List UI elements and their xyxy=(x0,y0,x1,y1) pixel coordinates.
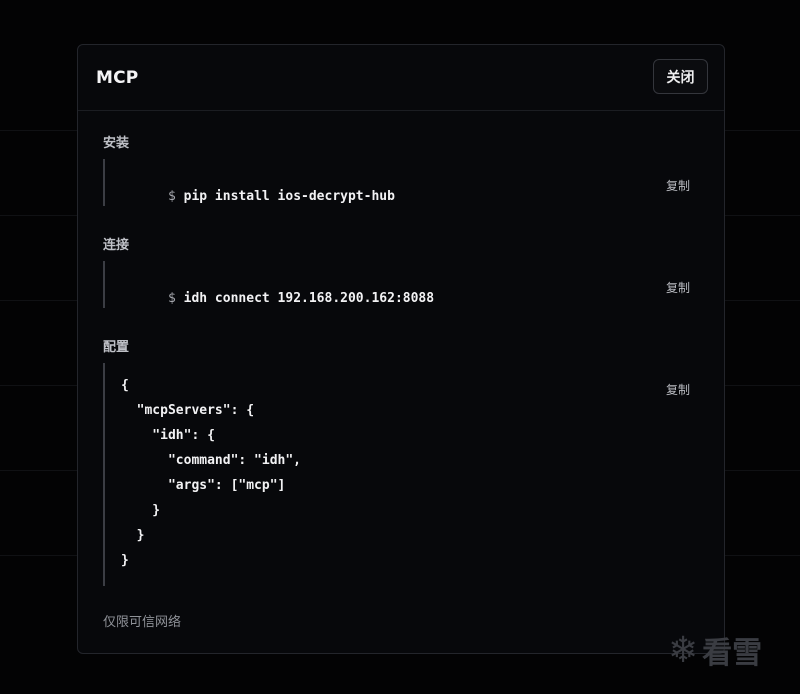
config-code-block: { "mcpServers": { "idh": { "command": "i… xyxy=(103,363,708,586)
section-label-config: 配置 xyxy=(103,340,130,355)
modal-header: MCP 关闭 xyxy=(78,45,724,111)
config-json-line: "args": ["mcp"] xyxy=(121,478,286,493)
config-json-line: } xyxy=(121,528,145,543)
connect-command-line: $ idh connect 192.168.200.162:8088 xyxy=(121,276,434,321)
config-json-line: } xyxy=(121,503,161,518)
snowflake-icon: ❄ xyxy=(668,629,699,671)
connect-code-block: $ idh connect 192.168.200.162:8088 复制 xyxy=(103,261,708,308)
install-command-line: $ pip install ios-decrypt-hub xyxy=(121,174,395,219)
copy-connect-button[interactable]: 复制 xyxy=(666,279,690,296)
modal-title: MCP xyxy=(96,68,139,88)
trusted-network-note: 仅限可信网络 xyxy=(103,615,182,630)
install-command: pip install ios-decrypt-hub xyxy=(183,189,395,204)
close-button[interactable]: 关闭 xyxy=(653,59,708,94)
config-json-line: "idh": { xyxy=(121,428,215,443)
connect-command: idh connect 192.168.200.162:8088 xyxy=(183,291,435,306)
shell-prompt: $ xyxy=(167,189,176,204)
config-json-line: "mcpServers": { xyxy=(121,403,255,418)
copy-config-button[interactable]: 复制 xyxy=(666,381,690,398)
section-label-connect: 连接 xyxy=(103,238,130,253)
mcp-modal: MCP 关闭 安装 $ pip install ios-decrypt-hub … xyxy=(77,44,725,654)
config-json-line: { xyxy=(121,378,129,393)
watermark: ❄ 看雪 xyxy=(668,628,762,672)
section-label-install: 安装 xyxy=(103,136,130,151)
config-json-line: } xyxy=(121,553,129,568)
copy-install-button[interactable]: 复制 xyxy=(666,177,690,194)
install-code-block: $ pip install ios-decrypt-hub 复制 xyxy=(103,159,708,206)
shell-prompt: $ xyxy=(167,291,176,306)
watermark-text: 看雪 xyxy=(702,636,763,671)
config-json-line: "command": "idh", xyxy=(121,453,302,468)
